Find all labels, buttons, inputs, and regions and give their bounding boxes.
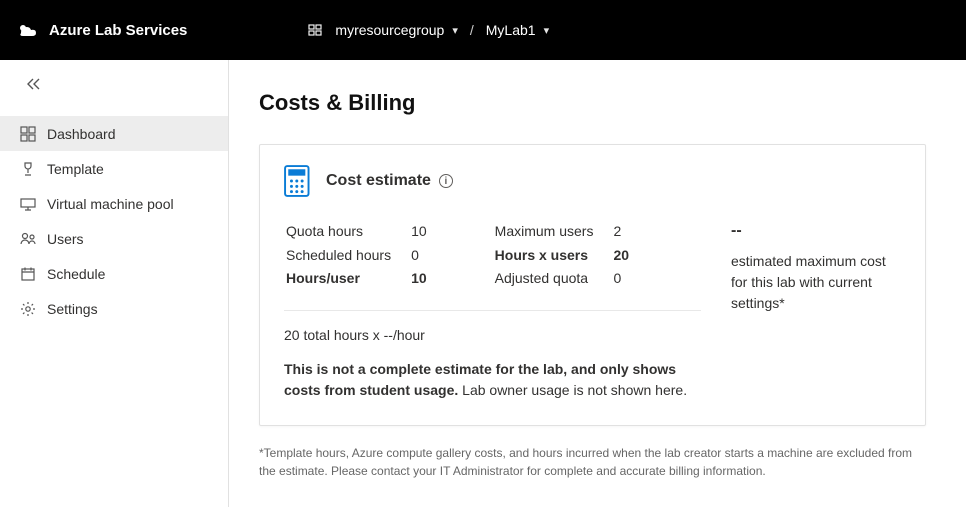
breadcrumb-resource-group[interactable]: myresourcegroup ▾ [335, 22, 457, 38]
adjusted-quota-label: Adjusted quota [495, 268, 612, 290]
sidebar: Dashboard Template Virtual machine pool … [0, 60, 229, 507]
brand: Azure Lab Services [15, 18, 187, 42]
sidebar-item-schedule[interactable]: Schedule [0, 256, 228, 291]
sidebar-item-vm-pool[interactable]: Virtual machine pool [0, 186, 228, 221]
hours-per-user-label: Hours/user [286, 268, 409, 290]
hours-per-user-value: 10 [411, 268, 445, 290]
sidebar-item-settings[interactable]: Settings [0, 291, 228, 326]
settings-icon [20, 301, 36, 317]
product-name: Azure Lab Services [49, 22, 187, 39]
template-icon [20, 161, 36, 177]
top-bar: Azure Lab Services myresourcegroup ▾ / M… [0, 0, 966, 60]
main-content: Costs & Billing Cost estimate i Quota ho… [229, 60, 966, 507]
sidebar-item-users[interactable]: Users [0, 221, 228, 256]
cost-summary: -- estimated maximum cost for this lab w… [731, 219, 901, 314]
hours-x-users-label: Hours x users [495, 245, 612, 267]
scheduled-hours-label: Scheduled hours [286, 245, 409, 267]
metrics-right: Maximum users2 Hours x users20 Adjusted … [493, 219, 649, 292]
calculator-icon [284, 165, 312, 197]
cost-estimate-card: Cost estimate i Quota hours10 Scheduled … [259, 144, 926, 426]
estimated-cost-value: -- [731, 219, 901, 243]
sidebar-item-label: Dashboard [47, 126, 116, 142]
sidebar-item-template[interactable]: Template [0, 151, 228, 186]
page-title: Costs & Billing [259, 90, 926, 116]
chevron-down-icon: ▾ [452, 24, 458, 37]
resource-group-icon [307, 22, 323, 38]
estimate-disclaimer: This is not a complete estimate for the … [284, 359, 701, 401]
users-icon [20, 231, 36, 247]
sidebar-item-dashboard[interactable]: Dashboard [0, 116, 228, 151]
double-chevron-left-icon [25, 77, 43, 91]
breadcrumb-lab[interactable]: MyLab1 ▾ [486, 22, 549, 38]
info-icon[interactable]: i [439, 174, 453, 188]
sidebar-item-label: Schedule [47, 266, 105, 282]
vm-pool-icon [20, 196, 36, 212]
sidebar-item-label: Template [47, 161, 104, 177]
sidebar-collapse-button[interactable] [0, 70, 228, 98]
hours-x-users-value: 20 [613, 245, 647, 267]
breadcrumb-resource-group-label: myresourcegroup [335, 22, 444, 38]
max-users-value: 2 [613, 221, 647, 243]
divider [284, 310, 701, 311]
breadcrumb: myresourcegroup ▾ / MyLab1 ▾ [307, 22, 549, 38]
quota-hours-value: 10 [411, 221, 445, 243]
estimate-disclaimer-rest: Lab owner usage is not shown here. [458, 382, 687, 398]
quota-hours-label: Quota hours [286, 221, 409, 243]
footnote: *Template hours, Azure compute gallery c… [259, 444, 926, 480]
sidebar-item-label: Virtual machine pool [47, 196, 174, 212]
metrics-left: Quota hours10 Scheduled hours0 Hours/use… [284, 219, 447, 292]
sidebar-item-label: Users [47, 231, 84, 247]
sidebar-item-label: Settings [47, 301, 98, 317]
scheduled-hours-value: 0 [411, 245, 445, 267]
breadcrumb-separator: / [470, 22, 474, 38]
adjusted-quota-value: 0 [613, 268, 647, 290]
azure-logo-icon [15, 18, 39, 42]
estimated-cost-label: estimated maximum cost for this lab with… [731, 251, 901, 314]
breadcrumb-lab-label: MyLab1 [486, 22, 536, 38]
total-hours-calc: 20 total hours x --/hour [284, 327, 701, 343]
cost-estimate-title: Cost estimate [326, 172, 431, 190]
dashboard-icon [20, 126, 36, 142]
max-users-label: Maximum users [495, 221, 612, 243]
schedule-icon [20, 266, 36, 282]
chevron-down-icon: ▾ [544, 24, 550, 37]
